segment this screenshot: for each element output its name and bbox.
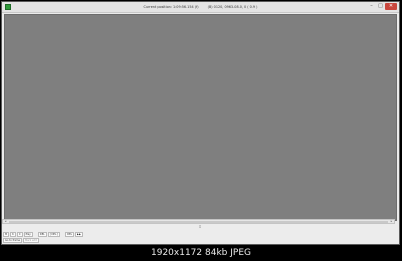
window-title: Current position: 1:09:56.154 (f) (B) 01…	[2, 3, 399, 11]
scrollbar-thumb[interactable]	[9, 221, 388, 223]
splitter-handle-icon[interactable]: ⇕	[198, 225, 202, 229]
video-preview-area[interactable]	[4, 14, 397, 221]
close-button[interactable]: ✕	[385, 3, 397, 10]
image-info-caption: 1920x1172 84kb JPEG	[151, 248, 251, 258]
mark-edit-button[interactable]: Mark edit	[22, 238, 39, 243]
toolbar-button-m[interactable]: M	[3, 232, 10, 237]
toolbar-separator	[61, 232, 64, 237]
transport-toolbar: M K C Play DEL [ DEL ] DEL ▶▶	[3, 232, 83, 237]
title-source: (B) 0120, 0963-08.0, 0 ( 0.9 )	[207, 5, 258, 9]
application-window: Current position: 1:09:56.154 (f) (B) 01…	[1, 1, 400, 245]
play-button[interactable]: Play	[23, 232, 33, 237]
minimize-button[interactable]: –	[367, 3, 376, 10]
go-to-frame-button[interactable]: Go to frame	[3, 238, 22, 243]
title-position: Current position: 1:09:56.154 (f)	[143, 5, 199, 9]
scroll-left-arrow-icon[interactable]: ◂	[3, 220, 8, 223]
toolbar-button-c[interactable]: C	[16, 232, 23, 237]
toolbar-button-del-range[interactable]: [ DEL ]	[47, 232, 61, 237]
toolbar-button-del-2[interactable]: DEL	[65, 232, 75, 237]
toolbar-button-k[interactable]: K	[10, 232, 16, 237]
toolbar-button-del[interactable]: DEL	[37, 232, 47, 237]
maximize-button[interactable]: □	[376, 3, 385, 10]
bottom-toolbar: Go to frame Mark edit	[3, 238, 39, 243]
toolbar-separator	[34, 232, 37, 237]
scroll-right-arrow-icon[interactable]: ▸	[389, 220, 394, 223]
window-controls: – □ ✕	[367, 3, 397, 11]
fast-forward-button[interactable]: ▶▶	[75, 232, 83, 237]
title-bar[interactable]: Current position: 1:09:56.154 (f) (B) 01…	[2, 2, 399, 13]
